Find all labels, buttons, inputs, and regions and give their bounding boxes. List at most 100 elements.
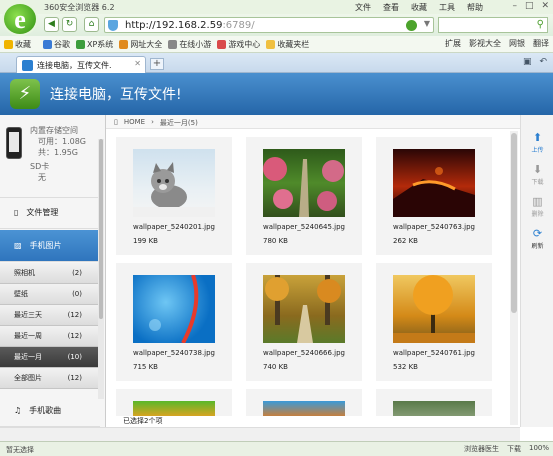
menu-favorites[interactable]: 收藏 (411, 2, 427, 13)
photo-thumbnail[interactable] (133, 274, 215, 344)
download-button[interactable]: ⬇ 下载 (521, 163, 553, 186)
category-camera[interactable]: 照相机 (2) (0, 263, 100, 284)
right-toolbar: ⬆ 上传 ⬇ 下载 ▥ 删除 ⟳ 刷新 (520, 115, 553, 427)
storage-info: 内置存储空间 可用：1.08G 共：1.95G SD卡 无 (0, 115, 100, 197)
sidebar-item-photos[interactable]: ▨ 手机图片 (0, 230, 100, 262)
upload-button[interactable]: ⬆ 上传 (521, 131, 553, 154)
undo-close-icon[interactable]: ↶ (539, 57, 547, 67)
tab-bar: 连接电脑，互传文件. ✕ + ▣ ↶ (0, 53, 553, 73)
image-icon: ▨ (14, 241, 22, 250)
fav-game-center[interactable]: 游戏中心 (217, 39, 260, 50)
new-tab-button[interactable]: + (150, 58, 164, 70)
menu-view[interactable]: 查看 (383, 2, 399, 13)
favorites-menu[interactable]: 收藏 (4, 39, 31, 50)
file-size: 199 KB (133, 237, 158, 245)
address-url[interactable]: http://192.168.2.59:6789/ (125, 20, 255, 31)
browser-title: 360安全浏览器 6.2 (44, 3, 115, 12)
close-icon[interactable]: ✕ (541, 1, 549, 11)
shield-icon (108, 20, 118, 31)
category-all-photos[interactable]: 全部图片 (12) (0, 368, 100, 389)
download-status-button[interactable]: 下载 (507, 444, 521, 454)
photo-thumbnail[interactable] (263, 149, 345, 217)
sidebar-item-music[interactable]: ♫ 手机歌曲 (0, 395, 100, 427)
selection-status: 已选择2个项 (106, 416, 506, 427)
fav-online-games[interactable]: 在线小游 (168, 39, 211, 50)
photo-card[interactable]: wallpaper_5240645.jpg 780 KB (246, 137, 362, 255)
scrollbar-thumb[interactable] (511, 133, 517, 313)
category-last-3-days[interactable]: 最近三天 (12) (0, 305, 100, 326)
search-input[interactable]: ⚲ (438, 17, 548, 33)
phone-small-icon: ▯ (14, 208, 19, 217)
maximize-icon[interactable]: □ (525, 1, 534, 11)
fav-xp[interactable]: XP系统 (76, 39, 113, 50)
category-last-month[interactable]: 最近一月 (10) (0, 347, 100, 368)
breadcrumb-home[interactable]: HOME (124, 118, 145, 128)
photo-card[interactable]: wallpaper_5240763.jpg 262 KB (376, 137, 492, 255)
home-icon[interactable]: ⌂ (84, 17, 99, 32)
photo-card[interactable]: wallpaper_5240761.jpg 532 KB (376, 263, 492, 381)
internal-storage-label: 内置存储空间 (30, 126, 78, 135)
photo-thumbnail[interactable] (133, 149, 215, 217)
category-last-week[interactable]: 最近一周 (12) (0, 326, 100, 347)
file-name: wallpaper_5240666.jpg (263, 349, 345, 357)
sd-card-label: SD卡 (30, 162, 50, 171)
menu-file[interactable]: 文件 (355, 2, 371, 13)
extensions-button[interactable]: 扩展 (445, 38, 461, 49)
sidebar-item-file-manage[interactable]: ▯ 文件管理 (0, 197, 100, 229)
address-bar[interactable]: http://192.168.2.59:6789/ ▼ (104, 17, 434, 33)
photo-card[interactable] (376, 389, 492, 419)
breadcrumb-separator-icon: › (151, 118, 154, 126)
file-name: wallpaper_5240645.jpg (263, 223, 345, 231)
tab-close-icon[interactable]: ✕ (134, 59, 141, 68)
tab-page-icon (22, 60, 33, 71)
browser-doctor-button[interactable]: 浏览器医生 (464, 444, 499, 454)
photo-thumbnail[interactable] (263, 275, 345, 343)
category-wallpaper[interactable]: 壁纸 (0) (0, 284, 100, 305)
favorites-right-tools: 扩展 影视大全 网银 翻译 (445, 38, 549, 49)
scrollbar-thumb[interactable] (99, 139, 103, 319)
refresh-icon[interactable]: ↻ (62, 17, 77, 32)
translate-button[interactable]: 翻译 (533, 38, 549, 49)
photo-card[interactable] (246, 389, 362, 419)
sidebar-scrollbar[interactable] (98, 139, 104, 399)
fav-google[interactable]: 谷歌 (43, 39, 70, 50)
photo-card[interactable] (116, 389, 232, 419)
back-icon[interactable]: ◀ (44, 17, 59, 32)
browser-status-bar: 暂无选择 浏览器医生 下载 100% (0, 441, 553, 456)
delete-button[interactable]: ▥ 删除 (521, 195, 553, 218)
chevron-down-icon[interactable]: ▼ (424, 19, 430, 28)
sd-card-value: 无 (38, 173, 46, 182)
video-button[interactable]: 影视大全 (469, 38, 501, 49)
sidebar-item-label: 手机歌曲 (29, 406, 62, 415)
restore-tab-icon[interactable]: ▣ (523, 57, 532, 67)
sidebar-item-label: 手机图片 (29, 241, 62, 250)
file-name: wallpaper_5240738.jpg (133, 349, 215, 357)
minimize-icon[interactable]: – (512, 1, 517, 11)
breadcrumb-home-icon[interactable]: ▯ (114, 118, 118, 128)
fav-favorites-bar[interactable]: 收藏夹栏 (266, 39, 309, 50)
fav-web-directory[interactable]: 网址大全 (119, 39, 162, 50)
photo-card[interactable]: wallpaper_5240666.jpg 740 KB (246, 263, 362, 381)
window-controls: – □ ✕ (512, 1, 549, 11)
photo-thumbnail[interactable] (393, 149, 475, 217)
app-header: ⚡ 连接电脑，互传文件! (0, 73, 553, 115)
content-scrollbar[interactable] (510, 131, 518, 425)
file-name: wallpaper_5240763.jpg (393, 223, 475, 231)
photo-card[interactable]: wallpaper_5240201.jpg 199 KB (116, 137, 232, 255)
tab-title: 连接电脑，互传文件. (37, 61, 112, 70)
refresh-button[interactable]: ⟳ 刷新 (521, 227, 553, 250)
online-banking-button[interactable]: 网银 (509, 38, 525, 49)
search-icon[interactable]: ⚲ (537, 19, 544, 30)
photo-card[interactable]: wallpaper_5240738.jpg 715 KB (116, 263, 232, 381)
menu-tools[interactable]: 工具 (439, 2, 455, 13)
navigation-bar: ◀ ↻ ⌂ http://192.168.2.59:6789/ ▼ ⚲ (0, 14, 553, 36)
file-size: 740 KB (263, 363, 288, 371)
trash-icon: ▥ (532, 195, 543, 208)
horizontal-scrollbar[interactable] (0, 427, 520, 441)
photo-thumbnail[interactable] (393, 275, 475, 343)
zoom-level[interactable]: 100% (529, 444, 549, 454)
menu-help[interactable]: 帮助 (467, 2, 483, 13)
go-icon[interactable] (406, 20, 417, 31)
tab-active[interactable]: 连接电脑，互传文件. ✕ (16, 56, 146, 73)
status-right-tools: 浏览器医生 下载 100% (464, 444, 549, 454)
